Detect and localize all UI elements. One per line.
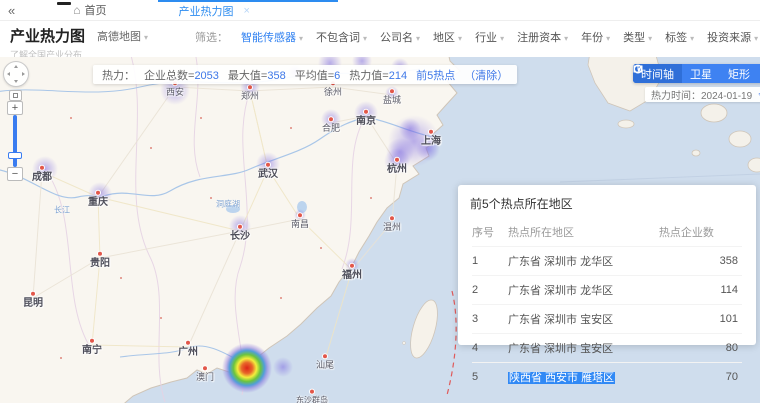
table-row[interactable]: 4广东省 深圳市 宝安区80 [472, 334, 742, 363]
heat-time-label: 热力时间：2024-01-19 [651, 87, 752, 102]
table-row[interactable]: 3广东省 深圳市 宝安区101 [472, 305, 742, 334]
filter-bar: 筛选： 智能传感器 不包含词 公司名 地区 行业 注册资本 年份 类型 标签 投… [195, 29, 760, 45]
circle-icon [633, 64, 643, 74]
zoom-in-button[interactable]: + [7, 101, 23, 115]
filter-tag[interactable]: 标签 [665, 29, 694, 45]
rectangle-select-button[interactable]: 矩形 [720, 64, 758, 83]
map-mode-toolbar: 时间轴 卫星 矩形 [633, 64, 760, 83]
filter-investment-source[interactable]: 投资来源 [707, 29, 758, 45]
col-header-count: 热点企业数 [659, 216, 742, 247]
title-block: 产业热力图 高德地图 了解全国产业分布 [10, 25, 195, 61]
heat-hotspot-shenzhen [222, 343, 272, 393]
stat-max: 最大值=358 [228, 67, 286, 83]
hotspots-table: 序号 热点所在地区 热点企业数 1广东省 深圳市 龙华区358 2广东省 深圳市… [472, 216, 742, 391]
map-reset-button[interactable] [9, 90, 22, 101]
filter-year[interactable]: 年份 [581, 29, 610, 45]
top5-hotspots-link[interactable]: 前5热点 [416, 67, 455, 83]
clear-link[interactable]: （清除） [464, 67, 508, 83]
stat-avg: 平均值=6 [295, 67, 341, 83]
tab-industry-heatmap[interactable]: 产业热力图 × [158, 0, 338, 20]
stats-prefix: 热力： [102, 67, 135, 83]
stat-heat: 热力值=214 [349, 67, 407, 83]
tab-home[interactable]: ⌂ 首页 [63, 0, 116, 20]
stat-total: 企业总数=2053 [144, 67, 219, 83]
filter-region[interactable]: 地区 [433, 29, 462, 45]
satellite-button[interactable]: 卫星 [682, 64, 720, 83]
filter-keyword[interactable]: 智能传感器 [241, 29, 303, 45]
map-source-select[interactable]: 高德地图 [97, 28, 148, 44]
close-tab-icon[interactable]: × [243, 5, 249, 17]
filter-registered-capital[interactable]: 注册资本 [517, 29, 568, 45]
zoom-slider-track[interactable] [13, 115, 17, 167]
zoom-slider-handle[interactable] [8, 152, 22, 159]
col-header-region: 热点所在地区 [508, 216, 659, 247]
col-header-index: 序号 [472, 216, 508, 247]
filter-prefix-label: 筛选： [195, 29, 228, 45]
collapse-sidebar-icon[interactable]: « [8, 3, 15, 18]
table-row[interactable]: 1广东省 深圳市 龙华区358 [472, 247, 742, 276]
filter-industry[interactable]: 行业 [475, 29, 504, 45]
filter-company-name[interactable]: 公司名 [380, 29, 420, 45]
app-window: « ⌂ 首页 产业热力图 × 产业热力图 高德地图 了解全国产业分布 筛选： 智… [0, 0, 760, 403]
page-title: 产业热力图 [10, 25, 85, 46]
square-icon [13, 93, 18, 98]
top-bar-dash [57, 2, 71, 5]
filter-exclude-words[interactable]: 不包含词 [316, 29, 367, 45]
tab-bar: « ⌂ 首页 产业热力图 × [0, 0, 760, 21]
compass-arrows-icon [4, 62, 28, 86]
home-icon: ⌂ [73, 3, 80, 17]
panel-title: 前5个热点所在地区 [458, 185, 756, 216]
zoom-out-button[interactable]: − [7, 167, 23, 181]
toolbar: 产业热力图 高德地图 了解全国产业分布 筛选： 智能传感器 不包含词 公司名 地… [0, 21, 760, 57]
table-row[interactable]: 2广东省 深圳市 龙华区114 [472, 276, 742, 305]
tab-home-label: 首页 [84, 2, 106, 18]
map-canvas[interactable]: 西安 郑州 成都 重庆 武汉 长沙 南昌 贵阳 昆明 南宁 广州 福州 温州 合… [0, 57, 760, 403]
filter-type[interactable]: 类型 [623, 29, 652, 45]
table-row-selected[interactable]: 5 陕西省 西安市 雁塔区 70 [472, 363, 742, 392]
tab-active-label: 产业热力图 [178, 3, 233, 19]
heat-stats-bar: 热力： 企业总数=2053 最大值=358 平均值=6 热力值=214 前5热点… [93, 65, 517, 84]
map-pan-compass[interactable] [3, 61, 29, 87]
selected-region-text: 陕西省 西安市 雁塔区 [508, 372, 615, 384]
top5-hotspots-panel: 前5个热点所在地区 序号 热点所在地区 热点企业数 1广东省 深圳市 龙华区35… [458, 185, 756, 345]
heat-time-bar: 热力时间：2024-01-19 今天 [645, 87, 760, 102]
